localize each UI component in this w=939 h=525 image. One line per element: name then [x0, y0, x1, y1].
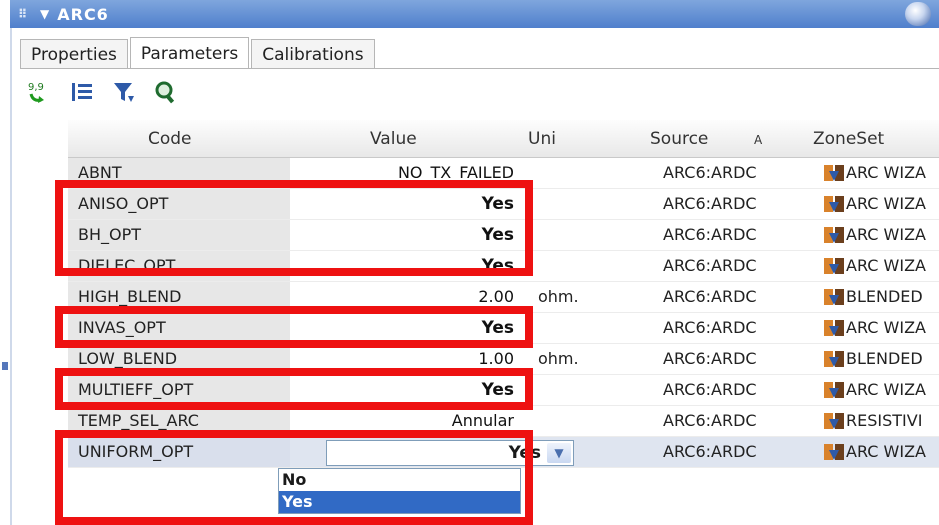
collapse-arrow-icon[interactable]: ▼	[40, 7, 49, 21]
table-row[interactable]: ABNT NO_TX_FAILED ARC6:ARDC ARC WIZA	[68, 158, 939, 189]
cell-zoneset: ARC WIZA	[846, 225, 926, 244]
zoneset-icon	[824, 289, 844, 305]
cell-code[interactable]: ABNT	[68, 158, 290, 188]
cell-code[interactable]: ANISO_OPT	[68, 189, 290, 219]
header-zoneset[interactable]: ZoneSet	[813, 129, 884, 149]
cell-code[interactable]: UNIFORM_OPT	[68, 437, 290, 467]
cell-code[interactable]: BH_OPT	[68, 220, 290, 250]
parameters-grid: Code Value Uni Source A ZoneSet ABNT NO_T…	[20, 120, 939, 525]
cell-source: ARC6:ARDC	[663, 442, 757, 461]
cell-unit: ohm.	[538, 287, 579, 306]
cell-value[interactable]: NO_TX_FAILED	[290, 158, 526, 188]
cell-code[interactable]: HIGH_BLEND	[68, 282, 290, 312]
header-code[interactable]: Code	[148, 129, 192, 149]
cell-value[interactable]: Yes	[290, 189, 526, 219]
table-row[interactable]: UNIFORM_OPT Yes ▼ ARC6:ARDC ARC WIZA	[68, 437, 939, 468]
filter-icon[interactable]	[110, 79, 138, 105]
cell-value[interactable]: Annular	[290, 406, 526, 436]
grid-header: Code Value Uni Source A ZoneSet	[68, 120, 939, 158]
cell-source: ARC6:ARDC	[663, 380, 757, 399]
header-source[interactable]: Source	[650, 129, 708, 149]
table-row[interactable]: LOW_BLEND 1.00 ohm. ARC6:ARDC BLENDED	[68, 344, 939, 375]
cell-zoneset: ARC WIZA	[846, 256, 926, 275]
cell-zoneset: ARC WIZA	[846, 163, 926, 182]
cell-code[interactable]: INVAS_OPT	[68, 313, 290, 343]
cell-source: ARC6:ARDC	[663, 194, 757, 213]
zoneset-icon	[824, 351, 844, 367]
tab-calibrations[interactable]: Calibrations	[251, 39, 375, 69]
grip-icon[interactable]: ⠿	[18, 7, 34, 21]
cell-code[interactable]: DIELEC_OPT	[68, 251, 290, 281]
cell-source: ARC6:ARDC	[663, 256, 757, 275]
window-titlebar[interactable]: ⠿ ▼ ARC6	[10, 0, 939, 28]
cell-source: ARC6:ARDC	[663, 411, 757, 430]
cell-value[interactable]: Yes	[290, 251, 526, 281]
cell-zoneset: ARC WIZA	[846, 194, 926, 213]
zoneset-icon	[824, 196, 844, 212]
header-unit[interactable]: Uni	[528, 129, 556, 149]
cell-value[interactable]: Yes	[290, 375, 526, 405]
cell-unit: ohm.	[538, 349, 579, 368]
table-row[interactable]: INVAS_OPT Yes ARC6:ARDC ARC WIZA	[68, 313, 939, 344]
cell-zoneset: BLENDED	[846, 349, 923, 368]
header-value[interactable]: Value	[370, 129, 417, 149]
tab-bar: Properties Parameters Calibrations	[20, 37, 377, 69]
zoneset-icon	[824, 444, 844, 460]
cell-code[interactable]: TEMP_SEL_ARC	[68, 406, 290, 436]
splitter-marker[interactable]	[2, 362, 8, 370]
zoneset-icon	[824, 413, 844, 429]
combobox-value: Yes	[508, 443, 541, 463]
value-combobox[interactable]: Yes ▼	[326, 440, 574, 466]
cell-source: ARC6:ARDC	[663, 318, 757, 337]
zoneset-icon	[824, 258, 844, 274]
cell-source: ARC6:ARDC	[663, 225, 757, 244]
cell-zoneset: ARC WIZA	[846, 380, 926, 399]
table-row[interactable]: MULTIEFF_OPT Yes ARC6:ARDC ARC WIZA	[68, 375, 939, 406]
zoneset-icon	[824, 165, 844, 181]
cell-source: ARC6:ARDC	[663, 163, 757, 182]
refresh-icon[interactable]: 9,9	[26, 79, 54, 105]
tab-divider	[20, 68, 939, 69]
zoneset-icon	[824, 320, 844, 336]
zoneset-icon	[824, 382, 844, 398]
table-row[interactable]: HIGH_BLEND 2.00 ohm. ARC6:ARDC BLENDED	[68, 282, 939, 313]
window-title: ARC6	[57, 4, 109, 24]
dropdown-option-no[interactable]: No	[279, 469, 520, 491]
table-row[interactable]: DIELEC_OPT Yes ARC6:ARDC ARC WIZA	[68, 251, 939, 282]
cell-source: ARC6:ARDC	[663, 287, 757, 306]
svg-text:9,9: 9,9	[28, 82, 44, 93]
value-dropdown-list[interactable]: No Yes	[278, 468, 521, 514]
close-icon[interactable]	[905, 2, 931, 26]
cell-source: ARC6:ARDC	[663, 349, 757, 368]
cell-code[interactable]: LOW_BLEND	[68, 344, 290, 374]
search-icon[interactable]	[152, 79, 180, 105]
tab-properties[interactable]: Properties	[20, 39, 128, 69]
cell-value[interactable]: Yes	[290, 313, 526, 343]
cell-value[interactable]: Yes	[290, 220, 526, 250]
cell-code[interactable]: MULTIEFF_OPT	[68, 375, 290, 405]
cell-value[interactable]: 2.00	[290, 282, 526, 312]
cell-zoneset: RESISTIVI	[846, 411, 923, 430]
sort-list-icon[interactable]	[68, 79, 96, 105]
cell-zoneset: BLENDED	[846, 287, 923, 306]
zoneset-icon	[824, 227, 844, 243]
table-row[interactable]: TEMP_SEL_ARC Annular ARC6:ARDC RESISTIVI	[68, 406, 939, 437]
cell-zoneset: ARC WIZA	[846, 442, 926, 461]
cell-zoneset: ARC WIZA	[846, 318, 926, 337]
table-row[interactable]: BH_OPT Yes ARC6:ARDC ARC WIZA	[68, 220, 939, 251]
sort-indicator: A	[754, 133, 763, 147]
panel-left-border	[10, 28, 12, 525]
chevron-down-icon[interactable]: ▼	[547, 443, 571, 463]
table-row[interactable]: ANISO_OPT Yes ARC6:ARDC ARC WIZA	[68, 189, 939, 220]
cell-value[interactable]: 1.00	[290, 344, 526, 374]
dropdown-option-yes[interactable]: Yes	[279, 491, 520, 513]
tab-parameters[interactable]: Parameters	[129, 37, 250, 69]
toolbar: 9,9	[26, 78, 180, 106]
